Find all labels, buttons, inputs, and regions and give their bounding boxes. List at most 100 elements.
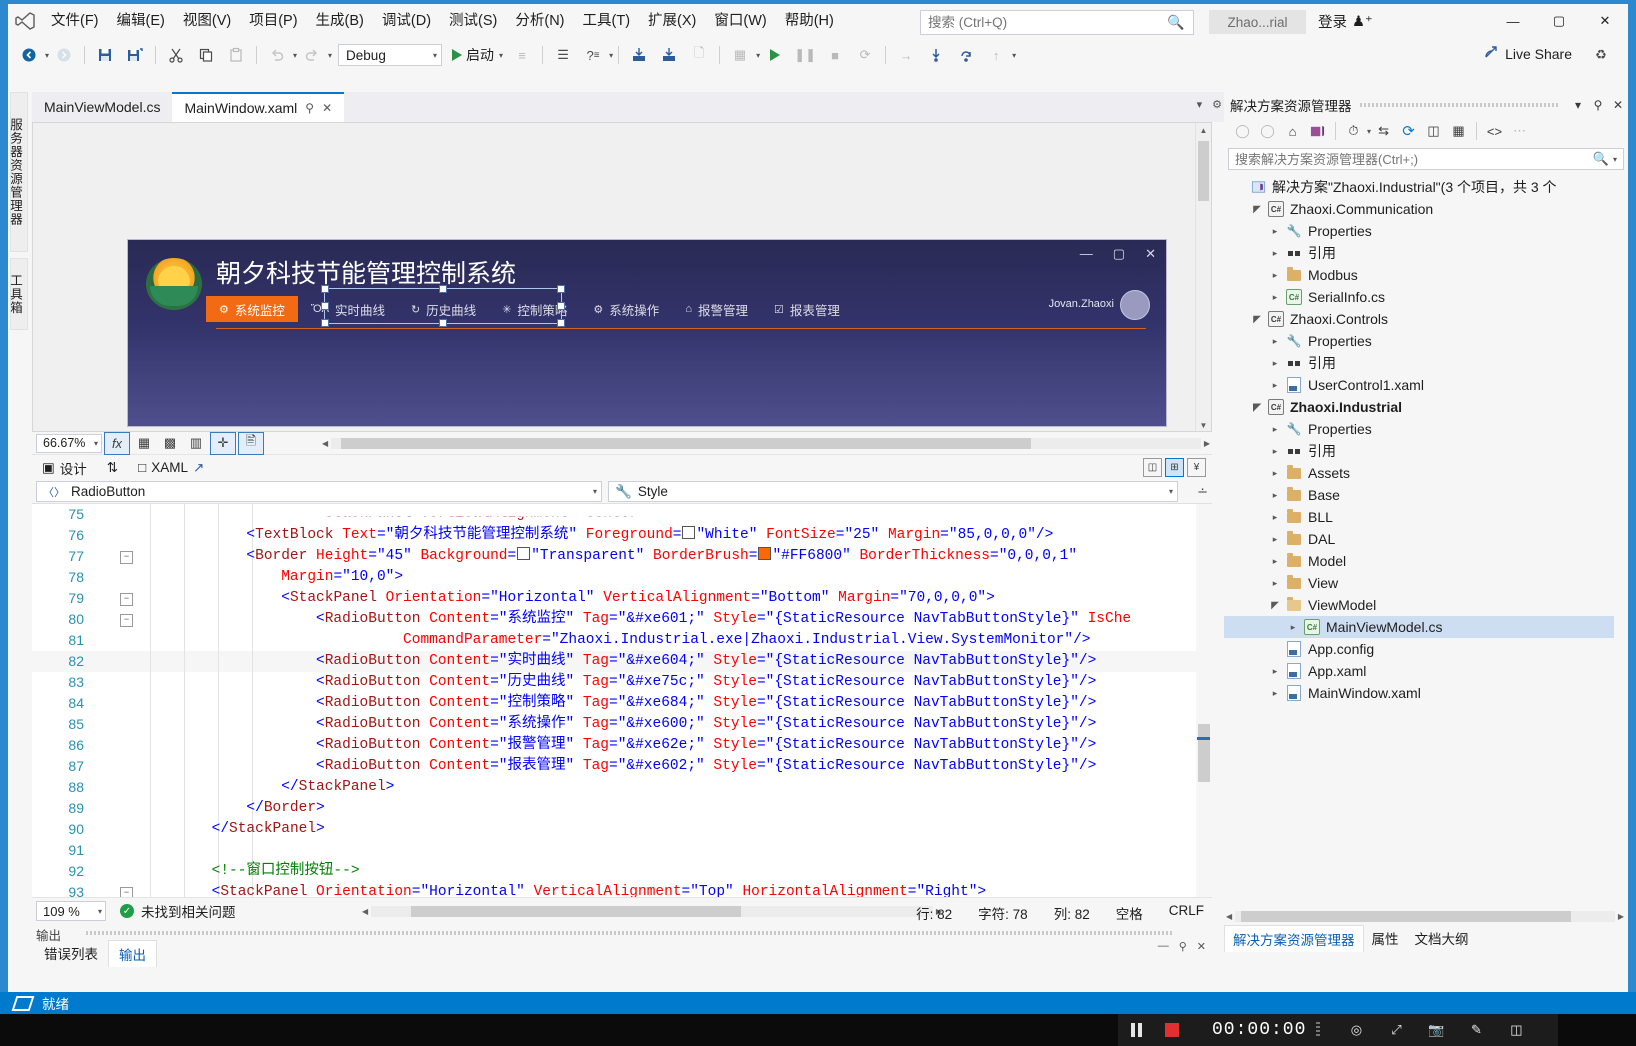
xaml-designer-surface[interactable]: 朝夕科技节能管理控制系统 ⚙ 系统监控 ὌA 实时曲线 ↻ 历史曲线 ✳ 控制策略 ⚙ 系统操作 ⌂…: [32, 122, 1212, 432]
color-swatch[interactable]: [758, 547, 772, 560]
color-swatch[interactable]: [517, 547, 531, 560]
eol-indicator[interactable]: CRLF: [1169, 903, 1204, 923]
tab-document-outline[interactable]: 文档大纲: [1407, 925, 1477, 952]
tree-node-5[interactable]: ▸ C# SerialInfo.cs: [1224, 286, 1628, 308]
tab-solution-explorer[interactable]: 解决方案资源管理器: [1224, 925, 1364, 952]
resize-handle[interactable]: [321, 302, 329, 310]
menu-item-2[interactable]: 视图(V): [174, 4, 240, 38]
paste-icon[interactable]: [221, 42, 251, 68]
design-view-tab[interactable]: ▣ 设计: [32, 458, 97, 478]
indent-icon[interactable]: ☰: [548, 42, 578, 68]
solution-root-icon[interactable]: [1305, 120, 1330, 142]
scroll-track[interactable]: [331, 437, 1201, 449]
toolbar-overflow-icon[interactable]: ⋯: [1507, 120, 1532, 142]
tree-node-9[interactable]: ▸ UserControl1.xaml: [1224, 374, 1628, 396]
xaml-view-tab[interactable]: □ XAML ↗: [128, 460, 214, 476]
code-line[interactable]: 75 <StackPanel VerticalAlignment="Center…: [32, 504, 1212, 525]
code-line[interactable]: 90 </StackPanel>: [32, 819, 1212, 840]
fold-toggle[interactable]: −: [120, 551, 133, 564]
show-all-files-icon[interactable]: <>: [1482, 120, 1507, 142]
drag-grip[interactable]: [1316, 1022, 1321, 1038]
scroll-right-icon[interactable]: ▶: [1201, 439, 1210, 448]
tree-node-14[interactable]: ▸ Base: [1224, 484, 1628, 506]
grid-small-icon[interactable]: ▦: [132, 433, 156, 454]
tree-node-22[interactable]: ▸ App.xaml: [1224, 660, 1628, 682]
menu-item-6[interactable]: 测试(S): [440, 4, 506, 38]
menu-item-4[interactable]: 生成(B): [307, 4, 373, 38]
scroll-right-icon[interactable]: ▶: [1615, 912, 1624, 921]
code-line[interactable]: 89 </Border>: [32, 798, 1212, 819]
search-input[interactable]: [921, 14, 1162, 31]
cut-icon[interactable]: [161, 42, 191, 68]
resize-handle[interactable]: [439, 285, 447, 293]
designer-zoom-combo[interactable]: 66.67% ▾: [36, 433, 102, 453]
comment-icon[interactable]: ? ≡: [578, 42, 608, 68]
undo-icon[interactable]: [262, 42, 292, 68]
panel-pin-icon[interactable]: ⚲: [1588, 92, 1608, 117]
dock-minimize-icon[interactable]: —: [1158, 940, 1169, 953]
target-icon[interactable]: ◎: [1338, 1014, 1374, 1046]
resize-handle[interactable]: [557, 319, 565, 327]
twisty-collapsed-icon[interactable]: ▸: [1284, 622, 1302, 633]
twisty-collapsed-icon[interactable]: ▸: [1266, 424, 1284, 435]
window-icon[interactable]: ◫: [1498, 1014, 1534, 1046]
solution-tree-horizontal-scrollbar[interactable]: ◀ ▶: [1226, 908, 1624, 924]
scroll-track[interactable]: [1235, 910, 1615, 922]
nav-back-icon[interactable]: ◯: [1230, 120, 1255, 142]
scroll-thumb[interactable]: [1198, 724, 1210, 782]
camera-icon[interactable]: 📷: [1418, 1014, 1454, 1046]
tree-node-17[interactable]: ▸ Model: [1224, 550, 1628, 572]
tab-settings-gear-icon[interactable]: ⚙: [1212, 98, 1222, 111]
panel-grip[interactable]: [1359, 102, 1560, 107]
twisty-collapsed-icon[interactable]: ▸: [1266, 292, 1284, 303]
twisty-expanded-icon[interactable]: ◢: [1248, 204, 1266, 215]
fold-toggle[interactable]: −: [120, 593, 133, 606]
pen-icon[interactable]: ✎: [1458, 1014, 1494, 1046]
sync-with-active-document-icon[interactable]: ⇆: [1371, 120, 1396, 142]
chevron-down-icon[interactable]: ▾: [1012, 51, 1016, 60]
resize-handle[interactable]: [321, 285, 329, 293]
step-over-icon[interactable]: [951, 42, 981, 68]
redo-icon[interactable]: [297, 42, 327, 68]
twisty-collapsed-icon[interactable]: ▸: [1266, 666, 1284, 677]
code-line[interactable]: 77 − <Border Height="45" Background= "Tran…: [32, 546, 1212, 567]
pause-recording-button[interactable]: [1118, 1014, 1154, 1046]
solution-tree[interactable]: 解决方案"Zhaoxi.Industrial"(3 个项目，共 3 个 ◢ C# Zh…: [1224, 176, 1628, 936]
twisty-collapsed-icon[interactable]: ▸: [1266, 446, 1284, 457]
navigate-forward-icon[interactable]: [49, 42, 79, 68]
twisty-collapsed-icon[interactable]: ▸: [1266, 490, 1284, 501]
chevron-down-icon[interactable]: ▾: [609, 51, 613, 60]
tree-node-19[interactable]: ◢ ViewModel: [1224, 594, 1628, 616]
code-line[interactable]: 79 − <StackPanel Orientation="Horizontal"…: [32, 588, 1212, 609]
navigate-back-icon[interactable]: [14, 42, 44, 68]
tab-error-list[interactable]: 错误列表: [34, 940, 108, 967]
tree-node-4[interactable]: ▸ Modbus: [1224, 264, 1628, 286]
save-all-icon[interactable]: [120, 42, 150, 68]
preview-nav-6[interactable]: ☑ 报表管理: [761, 296, 853, 322]
code-line[interactable]: 76 <TextBlock Text="朝夕科技节能管理控制系统" Foregr…: [32, 525, 1212, 546]
preview-nav-5[interactable]: ⌂ 报警管理: [672, 296, 761, 322]
code-line[interactable]: 86 <RadioButton Content="报警管理" Tag="&#xe…: [32, 735, 1212, 756]
twisty-collapsed-icon[interactable]: ▸: [1266, 270, 1284, 281]
stop-recording-button[interactable]: [1154, 1014, 1190, 1046]
pop-out-icon[interactable]: ↗: [193, 460, 204, 476]
solution-explorer-search[interactable]: 🔍 ▾: [1228, 148, 1624, 170]
step-out-window-icon[interactable]: [654, 42, 684, 68]
stop-debug-icon[interactable]: ■: [820, 42, 850, 68]
sidebar-tab-toolbox[interactable]: 工具箱: [8, 258, 28, 330]
new-window-icon[interactable]: 🗋: [684, 42, 714, 68]
code-line[interactable]: 93 − <StackPanel Orientation="Horizontal"…: [32, 882, 1212, 897]
panel-close-icon[interactable]: ✕: [1608, 92, 1628, 117]
tab-list-chevron-icon[interactable]: ▾: [1197, 98, 1203, 111]
menu-item-9[interactable]: 扩展(X): [639, 4, 705, 38]
tab-properties[interactable]: 属性: [1364, 925, 1407, 952]
menu-item-3[interactable]: 项目(P): [240, 4, 306, 38]
save-icon[interactable]: [90, 42, 120, 68]
copy-icon[interactable]: [191, 42, 221, 68]
tree-node-3[interactable]: ▸ 引用: [1224, 242, 1628, 264]
grid-icon[interactable]: ▦: [725, 42, 755, 68]
code-line[interactable]: 82 <RadioButton Content="实时曲线" Tag="&#xe…: [32, 651, 1212, 672]
twisty-collapsed-icon[interactable]: ▸: [1266, 358, 1284, 369]
account-chip[interactable]: Zhao...rial: [1209, 10, 1306, 34]
xaml-code-editor[interactable]: 75 <StackPanel VerticalAlignment="Center…: [32, 504, 1212, 897]
